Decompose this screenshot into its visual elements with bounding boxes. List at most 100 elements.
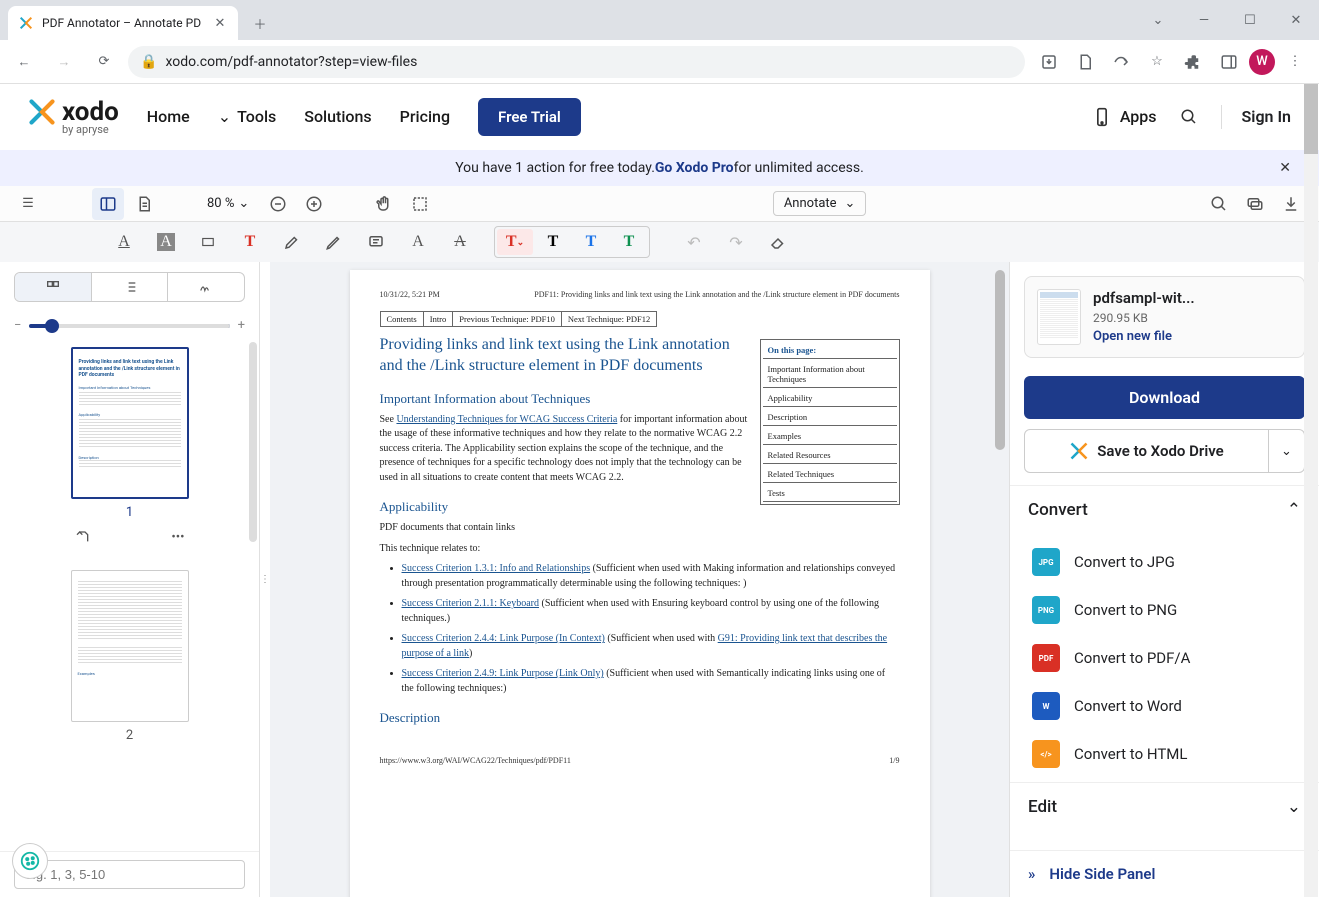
tool-highlighter-icon[interactable] — [272, 227, 312, 257]
free-trial-button[interactable]: Free Trial — [478, 98, 581, 136]
url-text: xodo.com/pdf-annotator?step=view-files — [165, 54, 417, 70]
mode-select[interactable]: Annotate⌄ — [773, 191, 867, 216]
rotate-page-icon[interactable] — [71, 526, 95, 550]
convert-to-jpg[interactable]: JPGConvert to JPG — [1010, 538, 1319, 586]
window-maximize-icon[interactable]: ☐ — [1227, 0, 1273, 40]
install-app-icon[interactable] — [1033, 46, 1065, 78]
tool-rectangle-icon[interactable] — [188, 227, 228, 257]
sidepanel-icon[interactable] — [1213, 46, 1245, 78]
nav-reload-icon[interactable]: ⟳ — [88, 46, 120, 78]
pan-hand-icon[interactable] — [368, 188, 400, 220]
more-actions-icon[interactable]: ••• — [167, 526, 188, 550]
nav-cell[interactable]: Previous Technique: PDF10 — [453, 312, 562, 327]
view-mode-icon[interactable] — [128, 188, 160, 220]
zoom-select[interactable]: 80 % ⌄ — [198, 191, 258, 216]
menu-icon[interactable]: ☰ — [12, 188, 44, 220]
thumbnail-page-2[interactable]: Examples — [71, 570, 189, 722]
color-blue[interactable]: T — [573, 229, 609, 255]
file-icon[interactable] — [1069, 46, 1101, 78]
tool-highlight-box-icon[interactable]: A — [146, 227, 186, 257]
tab-outline-icon[interactable] — [91, 273, 168, 301]
convert-to-html[interactable]: </>Convert to HTML — [1010, 730, 1319, 778]
select-icon[interactable] — [404, 188, 436, 220]
nav-cell[interactable]: Contents — [380, 312, 423, 327]
comments-icon[interactable] — [1239, 188, 1271, 220]
share-icon[interactable] — [1105, 46, 1137, 78]
download-button[interactable]: Download — [1024, 376, 1305, 419]
panel-splitter[interactable]: ⋮ — [260, 262, 270, 897]
nav-tools[interactable]: ⌄Tools — [218, 107, 277, 126]
doc-link[interactable]: Success Criterion 2.4.9: Link Purpose (L… — [402, 668, 604, 679]
doc-link[interactable]: Success Criterion 2.1.1: Keyboard — [402, 598, 539, 609]
doc-link[interactable]: Understanding Techniques for WCAG Succes… — [396, 414, 617, 425]
color-green[interactable]: T — [611, 229, 647, 255]
convert-to-pdfa[interactable]: PDFConvert to PDF/A — [1010, 634, 1319, 682]
tool-underline-icon[interactable]: A — [104, 227, 144, 257]
window-minimize-icon[interactable]: ― — [1181, 0, 1227, 40]
tool-squiggly-icon[interactable]: A — [398, 227, 438, 257]
sign-in-link[interactable]: Sign In — [1242, 107, 1291, 126]
doc-link[interactable]: Success Criterion 2.4.4: Link Purpose (I… — [402, 633, 605, 644]
thumbnail-size-slider[interactable]: − + — [0, 312, 259, 339]
tool-text-icon[interactable]: T — [230, 227, 270, 257]
tool-strikeout-icon[interactable]: A — [440, 227, 480, 257]
apps-link[interactable]: Apps — [1090, 105, 1157, 129]
search-icon[interactable] — [1177, 105, 1201, 129]
doc-nav-table: Contents Intro Previous Technique: PDF10… — [380, 311, 658, 327]
search-in-doc-icon[interactable] — [1203, 188, 1235, 220]
tab-close-icon[interactable]: ✕ — [212, 15, 228, 31]
convert-to-word[interactable]: WConvert to Word — [1010, 682, 1319, 730]
doc-link[interactable]: Success Criterion 1.3.1: Info and Relati… — [402, 563, 591, 574]
phone-icon — [1090, 105, 1114, 129]
doc-list-item: Success Criterion 2.1.1: Keyboard (Suffi… — [402, 597, 900, 626]
tab-signatures-icon[interactable] — [167, 273, 244, 301]
page-range-input[interactable] — [14, 860, 245, 889]
viewer-scrollbar[interactable] — [995, 270, 1005, 450]
browser-menu-icon[interactable]: ⋮ — [1279, 46, 1311, 78]
save-to-drive-button[interactable]: Save to Xodo Drive ⌄ — [1024, 429, 1305, 473]
nav-cell[interactable]: Intro — [423, 312, 453, 327]
eraser-icon[interactable] — [758, 227, 798, 257]
download-icon[interactable] — [1275, 188, 1307, 220]
panel-toggle-icon[interactable] — [92, 188, 124, 220]
window-dropdown-icon[interactable]: ⌄ — [1135, 0, 1181, 40]
redo-icon[interactable]: ↷ — [716, 227, 756, 257]
section-edit-header[interactable]: Edit ⌄ — [1010, 782, 1319, 831]
page-scrollbar[interactable] — [1304, 84, 1318, 897]
save-dropdown-icon[interactable]: ⌄ — [1268, 430, 1304, 472]
url-input[interactable]: 🔒 xodo.com/pdf-annotator?step=view-files — [128, 46, 1025, 78]
new-tab-button[interactable]: ＋ — [246, 9, 274, 37]
cookie-settings-icon[interactable] — [12, 843, 48, 879]
undo-icon[interactable]: ↶ — [674, 227, 714, 257]
zoom-in-icon[interactable] — [298, 188, 330, 220]
window-close-icon[interactable]: ✕ — [1273, 0, 1319, 40]
browser-tab[interactable]: PDF Annotator – Annotate PD ✕ — [8, 6, 238, 40]
profile-avatar[interactable]: W — [1249, 49, 1275, 75]
section-convert-header[interactable]: Convert ⌃ — [1010, 485, 1319, 534]
color-red[interactable]: T ⌄ — [497, 229, 533, 255]
hide-side-panel-button[interactable]: » Hide Side Panel — [1010, 850, 1319, 897]
tab-thumbnails-icon[interactable] — [15, 273, 91, 301]
nav-cell[interactable]: Next Technique: PDF12 — [561, 312, 656, 327]
doc-list-item: Success Criterion 2.4.9: Link Purpose (L… — [402, 667, 900, 696]
color-black[interactable]: T — [535, 229, 571, 255]
zoom-out-icon[interactable] — [262, 188, 294, 220]
promo-link[interactable]: Go Xodo Pro — [655, 160, 734, 176]
convert-to-png[interactable]: PNGConvert to PNG — [1010, 586, 1319, 634]
open-new-file-link[interactable]: Open new file — [1093, 329, 1292, 344]
thumbnail-page-1[interactable]: Providing links and link text using the … — [71, 347, 189, 499]
nav-home[interactable]: Home — [147, 107, 190, 126]
left-scrollbar[interactable] — [249, 342, 257, 542]
promo-close-icon[interactable]: ✕ — [1279, 160, 1291, 176]
document-viewer[interactable]: 10/31/22, 5:21 PM PDF11: Providing links… — [270, 262, 1009, 897]
nav-pricing[interactable]: Pricing — [400, 107, 450, 126]
nav-solutions[interactable]: Solutions — [304, 107, 371, 126]
tool-pen-icon[interactable] — [314, 227, 354, 257]
logo[interactable]: xodo by apryse — [28, 97, 119, 136]
minus-icon[interactable]: − — [14, 318, 21, 333]
plus-icon[interactable]: + — [238, 318, 245, 333]
extensions-icon[interactable] — [1177, 46, 1209, 78]
tool-note-icon[interactable] — [356, 227, 396, 257]
nav-back-icon[interactable]: ← — [8, 46, 40, 78]
bookmark-star-icon[interactable]: ☆ — [1141, 46, 1173, 78]
